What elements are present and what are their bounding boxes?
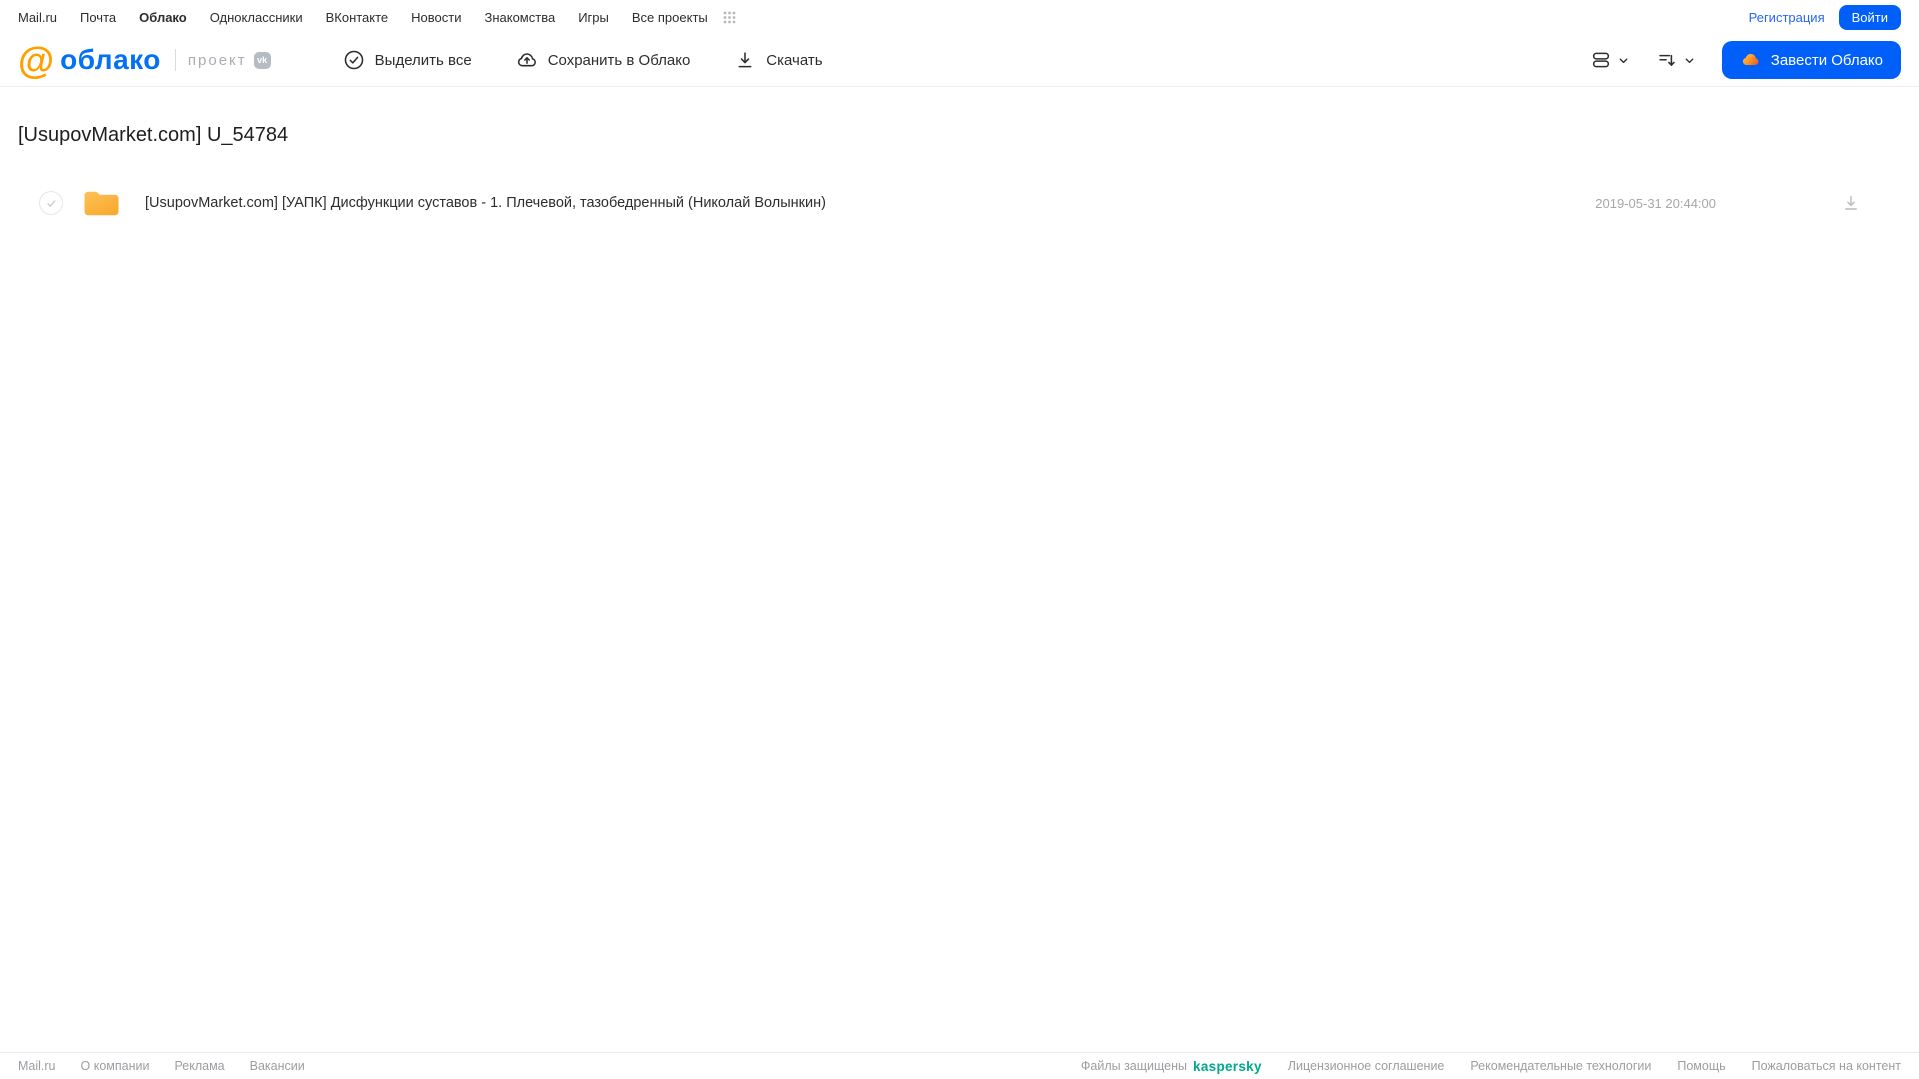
login-button[interactable]: Войти [1838,4,1901,30]
topnav-item-novosti[interactable]: Новости [411,10,461,25]
topnav-item-odnoklassniki[interactable]: Одноклассники [210,10,303,25]
list-rows-icon [1590,49,1612,71]
get-cloud-button[interactable]: Завести Облако [1721,41,1901,79]
row-checkbox[interactable] [39,191,63,215]
sort-arrow-icon [1656,49,1678,71]
portal-navbar: Mail.ru Почта Облако Одноклассники ВКонт… [0,0,1919,34]
kaspersky-protection: Файлы защищены kaspersky [1081,1059,1262,1074]
vk-badge-icon: vk [253,51,271,69]
footer-link-mailru[interactable]: Mail.ru [18,1059,56,1073]
page-title: [UsupovMarket.com] U_54784 [18,124,289,146]
save-to-cloud-button[interactable]: Сохранить в Облако [516,49,691,71]
mailru-at-icon: @ [18,39,55,81]
topnav-item-oblako[interactable]: Облако [139,10,187,25]
project-label: проект [187,51,247,69]
folder-icon[interactable] [82,187,121,219]
cloud-wordmark: облако [60,44,161,75]
apps-grid-icon[interactable] [723,11,736,24]
topnav-item-pochta[interactable]: Почта [80,10,116,25]
footer-link-about[interactable]: О компании [81,1059,150,1073]
registration-link[interactable]: Регистрация [1749,10,1825,25]
view-mode-control[interactable] [1590,49,1630,71]
select-all-button[interactable]: Выделить все [343,49,472,71]
chevron-down-icon [1683,54,1696,67]
footer-link-jobs[interactable]: Вакансии [250,1059,305,1073]
cloud-upload-icon [516,49,538,71]
chevron-down-icon [1617,54,1630,67]
save-to-cloud-label: Сохранить в Облако [547,51,691,69]
download-label: Скачать [766,51,823,69]
portal-links: Mail.ru Почта Облако Одноклассники ВКонт… [18,10,736,25]
page-footer: Mail.ru О компании Реклама Вакансии Файл… [0,1052,1919,1079]
topnav-item-igry[interactable]: Игры [578,10,609,25]
topnav-item-all-projects[interactable]: Все проекты [632,10,708,25]
sort-control[interactable] [1656,49,1696,71]
main-content: [UsupovMarket.com] U_54784 [UsupovMarket… [0,124,1919,226]
topnav-item-znakomstva[interactable]: Знакомства [484,10,555,25]
header-controls: Завести Облако [1590,41,1901,79]
logo-divider [174,49,176,71]
footer-links-left: Mail.ru О компании Реклама Вакансии [18,1059,305,1073]
file-name-link[interactable]: [UsupovMarket.com] [УАПК] Дисфункции сус… [145,195,1595,211]
check-circle-icon [343,49,365,71]
footer-link-help[interactable]: Помощь [1677,1059,1725,1073]
download-button[interactable]: Скачать [734,49,823,71]
cloud-logo[interactable]: @ облако проект vk [18,42,271,79]
footer-links-right: Файлы защищены kaspersky Лицензионное со… [1081,1059,1901,1074]
download-icon [734,49,756,71]
select-all-label: Выделить все [374,51,472,69]
footer-link-report[interactable]: Пожаловаться на контент [1752,1059,1901,1073]
portal-auth: Регистрация Войти [1749,4,1901,30]
app-header: @ облако проект vk Выделить все Сохранит… [0,34,1919,87]
file-date: 2019-05-31 20:44:00 [1595,195,1716,211]
topnav-item-mailru[interactable]: Mail.ru [18,10,57,25]
kaspersky-logo: kaspersky [1193,1058,1262,1074]
get-cloud-label: Завести Облако [1770,51,1883,69]
file-toolbar: Выделить все Сохранить в Облако Скачать [343,49,823,71]
protected-label: Файлы защищены [1080,1059,1188,1073]
topnav-item-vkontakte[interactable]: ВКонтакте [326,10,389,25]
cloud-icon [1740,49,1762,71]
footer-link-ads[interactable]: Реклама [174,1059,224,1073]
file-row[interactable]: [UsupovMarket.com] [УАПК] Дисфункции сус… [18,180,1901,226]
footer-link-license[interactable]: Лицензионное соглашение [1288,1059,1445,1073]
footer-link-recommendations[interactable]: Рекомендательные технологии [1470,1059,1651,1073]
row-download-icon[interactable] [1841,193,1861,213]
